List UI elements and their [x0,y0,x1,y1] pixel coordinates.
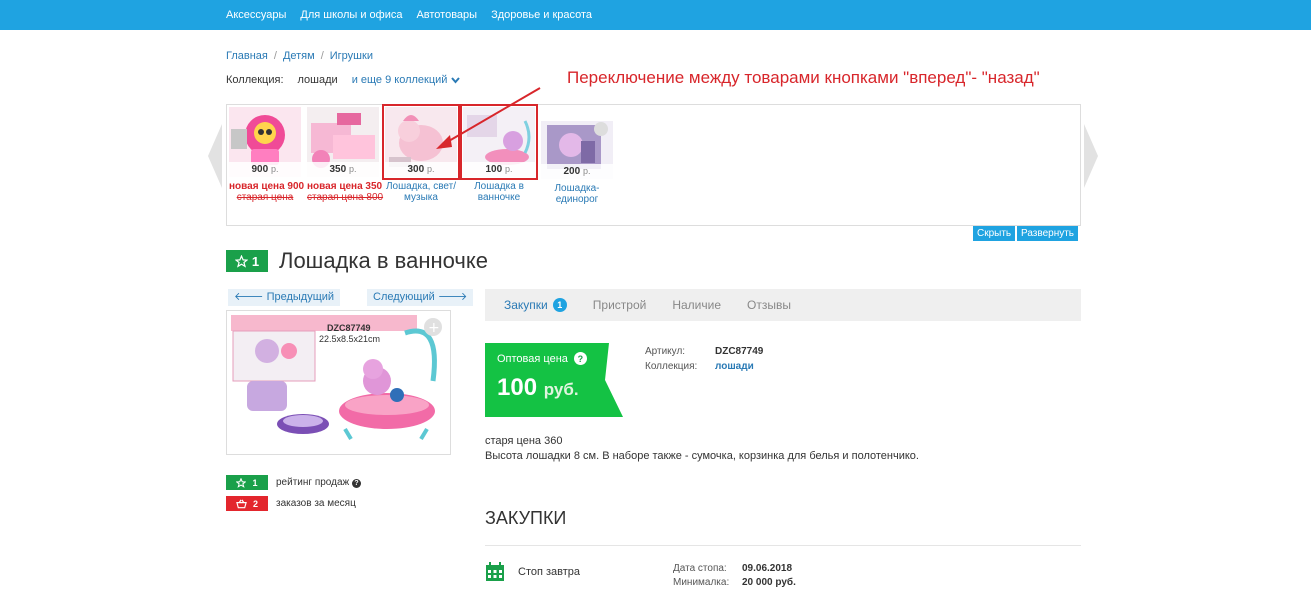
star-icon [236,477,247,488]
basket-icon [236,499,247,508]
monthly-orders-badge: 2 [226,496,268,511]
nav-item-auto[interactable]: Автотовары [416,9,477,21]
sales-rating-value: 1 [252,477,258,488]
collection-value: лошади [297,74,338,86]
annotation-arrow-icon [436,87,541,149]
carousel-prev-arrow[interactable] [208,124,222,188]
collection-attr-link[interactable]: лошади [715,359,754,374]
top-navigation: Аксессуары Для школы и офиса Автотовары … [0,0,1311,30]
product-title: Лошадка в ванночке [279,248,488,273]
divider [485,545,1081,546]
hide-button[interactable]: Скрыть [973,226,1016,241]
old-price-label: старая цена 800 [307,192,384,203]
carousel-item[interactable]: 900 р. новая цена 900 старая цена [229,107,305,203]
thumbnail-price: 100 р. [463,162,535,177]
product-size-text: 22.5x8.5x21cm [319,334,380,344]
product-carousel: 900 р. новая цена 900 старая цена 350 р.… [226,104,1081,226]
product-attributes: Артикул: DZC87749 Коллекция: лошади [645,344,763,374]
description-text: Высота лошадки 8 см. В наборе также - су… [485,450,919,462]
rating-badge: 1 [226,250,268,272]
product-code-text: DZC87749 [327,323,371,333]
product-thumbnail: 200 р. [541,121,613,179]
nav-item-accessories[interactable]: Аксессуары [226,9,286,21]
old-price-note: старя цена 360 [485,435,563,447]
expand-button[interactable]: Развернуть [1017,226,1079,241]
thumbnail-price: 900 р. [229,162,301,177]
thumbnail-price: 200 р. [541,164,613,179]
thumbnail-caption[interactable]: Лошадка, свет/ музыка [385,181,457,203]
breadcrumb-toys[interactable]: Игрушки [330,50,373,62]
sales-rating-label: рейтинг продаж ? [276,477,362,488]
breadcrumb-separator: / [273,50,277,62]
product-thumbnail: 900 р. [229,107,301,177]
thumbnail-price: 300 р. [385,162,457,177]
nav-item-school-office[interactable]: Для школы и офиса [300,9,402,21]
minimum-value: 20 000 руб. [742,577,796,588]
sales-rating-badge: 1 [226,475,268,490]
previous-product-button[interactable]: 🡐 Предыдущий [228,289,341,306]
collection-line: Коллекция: лошади и еще 9 коллекций [226,74,460,86]
breadcrumb: Главная / Детям / Игрушки [226,50,373,62]
toy-image-icon: DZC87749 22.5x8.5x21cm + [231,313,446,453]
collection-attr-label: Коллекция: [645,361,698,372]
arrow-right-icon: 🡒 [437,291,468,303]
stop-date-value: 09.06.2018 [742,563,793,574]
product-description: старя цена 360 Высота лошадки 8 см. В на… [485,434,919,464]
minimum-label: Минималка: [673,577,730,588]
product-main-image[interactable]: DZC87749 22.5x8.5x21cm + [226,310,451,455]
stop-tomorrow-label: Стоп завтра [518,566,581,578]
wholesale-price-label: Оптовая цена ? [497,352,587,365]
star-icon [234,254,248,268]
purchases-heading: ЗАКУПКИ [485,508,567,528]
product-thumbnail: 350 р. [307,107,379,177]
nav-item-health-beauty[interactable]: Здоровье и красота [491,9,592,21]
next-label: Следующий [373,291,435,303]
help-icon[interactable]: ? [352,479,362,488]
rating-value: 1 [251,253,260,269]
tab-availability[interactable]: Наличие [672,298,721,312]
new-price-label: новая цена 350 [307,181,383,192]
purchase-info: Дата стопа: 09.06.2018 Минималка: 20 000… [673,562,796,590]
product-tabs: Закупки 1 Пристрой Наличие Отзывы [485,289,1081,321]
collection-label: Коллекция: [226,74,284,86]
next-product-button[interactable]: Следующий 🡒 [367,289,474,306]
chevron-down-icon [450,76,460,84]
tab-reviews[interactable]: Отзывы [747,298,791,312]
wholesale-price-value: 100 руб. [497,374,579,401]
previous-label: Предыдущий [266,291,335,303]
tab-placement[interactable]: Пристрой [593,298,647,312]
annotation-text: Переключение между товарами кнопками "вп… [567,68,1040,87]
breadcrumb-kids[interactable]: Детям [283,50,315,62]
help-icon[interactable]: ? [573,352,587,365]
calendar-icon [486,562,504,581]
new-price-label: новая цена 900 [229,181,305,192]
article-label: Артикул: [645,346,686,357]
monthly-orders-value: 2 [252,498,258,509]
wholesale-price-box: Оптовая цена ? 100 руб. [485,343,623,417]
tab-count-badge: 1 [552,298,567,312]
breadcrumb-home[interactable]: Главная [226,50,268,62]
monthly-orders-label: заказов за месяц [276,498,356,509]
article-value: DZC87749 [715,346,764,357]
thumbnail-caption[interactable]: Лошадка-единорог [541,183,613,205]
stop-date-label: Дата стопа: [673,563,727,574]
currency-label: руб. [543,380,579,399]
carousel-next-arrow[interactable] [1084,124,1098,188]
thumbnail-caption[interactable]: Лошадка в ванночке [463,181,535,203]
carousel-item[interactable]: 350 р. новая цена 350 старая цена 800 [307,107,384,203]
carousel-item[interactable]: 200 р. Лошадка-единорог [541,121,613,205]
thumbnail-price: 350 р. [307,162,379,177]
arrow-left-icon: 🡐 [234,291,264,303]
svg-text:+: + [428,320,440,336]
old-price-label: старая цена [236,192,294,203]
breadcrumb-separator: / [320,50,324,62]
tab-purchases[interactable]: Закупки 1 [504,298,567,312]
